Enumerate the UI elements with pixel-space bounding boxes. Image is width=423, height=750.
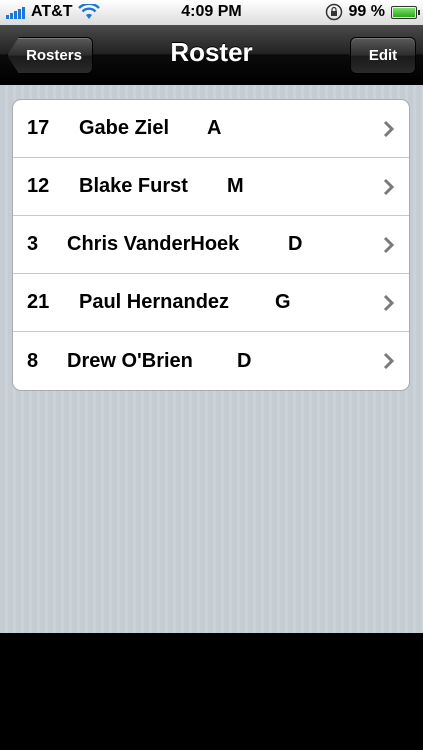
table-row[interactable]: 3 Chris VanderHoek D <box>13 216 409 274</box>
player-position: D <box>237 349 252 372</box>
table-row[interactable]: 17 Gabe Ziel A <box>13 100 409 158</box>
player-name: Chris VanderHoek <box>67 233 240 255</box>
battery-percent: 99 % <box>348 3 385 20</box>
player-number: 12 <box>27 175 50 197</box>
bottom-blank-area <box>0 633 423 750</box>
player-number: 3 <box>27 233 39 255</box>
player-name: Drew O'Brien <box>67 349 193 372</box>
player-name: Blake Furst <box>79 175 188 197</box>
chevron-right-icon <box>383 294 395 312</box>
player-number: 17 <box>27 117 50 139</box>
player-name: Gabe Ziel <box>79 117 170 139</box>
content-area: 17 Gabe Ziel A 12 Blake Furst M 3 Chris … <box>0 85 423 633</box>
chevron-right-icon <box>383 178 395 196</box>
player-position: A <box>207 117 222 139</box>
table-row[interactable]: 12 Blake Furst M <box>13 158 409 216</box>
table-row[interactable]: 8 Drew O'Brien D <box>13 332 409 390</box>
rotation-lock-icon <box>325 3 342 21</box>
edit-button[interactable]: Edit <box>350 37 416 74</box>
table-row[interactable]: 21 Paul Hernandez G <box>13 274 409 332</box>
status-bar: AT&T 4:09 PM 99 % <box>0 0 423 25</box>
player-number: 8 <box>27 349 39 372</box>
player-number: 21 <box>27 291 50 313</box>
player-position: G <box>275 291 291 313</box>
chevron-right-icon <box>383 120 395 138</box>
status-right: 99 % <box>325 3 420 21</box>
chevron-right-icon <box>383 352 395 370</box>
player-position: M <box>227 175 244 197</box>
roster-table: 17 Gabe Ziel A 12 Blake Furst M 3 Chris … <box>12 99 410 391</box>
player-position: D <box>288 233 303 255</box>
battery-icon <box>391 5 420 19</box>
player-name: Paul Hernandez <box>79 291 230 313</box>
chevron-right-icon <box>383 236 395 254</box>
navigation-bar: Rosters Roster Edit <box>0 25 423 84</box>
